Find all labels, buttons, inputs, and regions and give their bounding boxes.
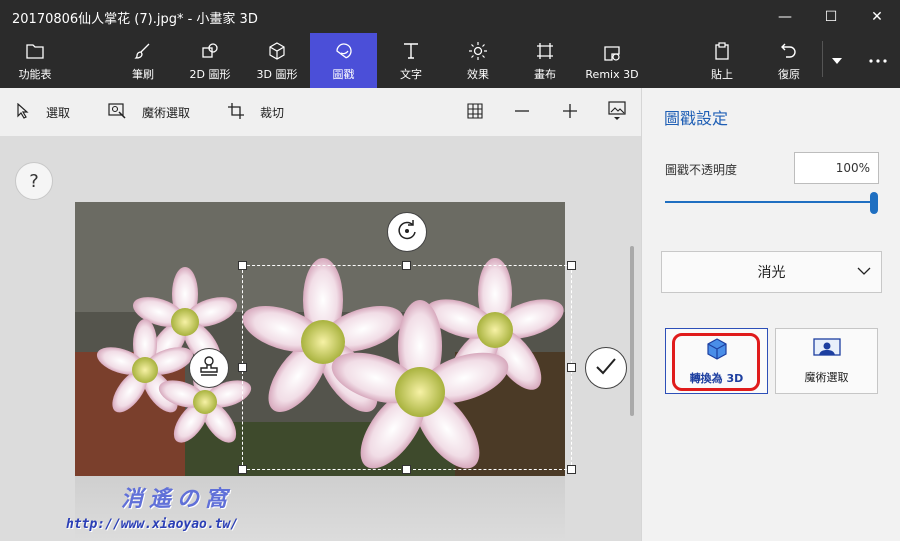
effects-icon xyxy=(466,39,490,63)
tool-stickers[interactable]: 圖戳 xyxy=(310,33,377,88)
tool-label: 畫布 xyxy=(534,68,556,81)
tool-text[interactable]: 文字 xyxy=(380,33,442,88)
cursor-icon xyxy=(16,102,30,122)
more-options-button[interactable] xyxy=(858,33,898,88)
select-tool[interactable]: 選取 xyxy=(16,88,70,136)
sticker-selection-box[interactable] xyxy=(242,265,572,470)
opacity-slider-track[interactable] xyxy=(665,201,875,203)
brush-icon xyxy=(131,39,155,63)
magic-select-icon xyxy=(812,337,841,363)
watermark-url: http://www.xiaoyao.tw/ xyxy=(66,517,239,532)
minimize-button[interactable]: — xyxy=(762,0,808,33)
sticker-icon xyxy=(332,39,356,63)
tool-2d-shapes[interactable]: 2D 圖形 xyxy=(178,33,242,88)
magic-select-panel-label: 魔術選取 xyxy=(804,370,849,384)
panel-title: 圖戳設定 xyxy=(664,109,729,128)
paste-button[interactable]: 貼上 xyxy=(693,33,751,88)
tool-3d-shapes[interactable]: 3D 圖形 xyxy=(246,33,308,88)
grid-toggle[interactable] xyxy=(467,88,483,136)
close-button[interactable]: ✕ xyxy=(854,0,900,33)
highlight-ring xyxy=(672,333,760,391)
undo-icon xyxy=(777,39,801,63)
watermark-title: 消遙の窩 xyxy=(121,487,234,512)
undo-button[interactable]: 復原 xyxy=(760,33,818,88)
grid-icon xyxy=(467,102,483,122)
window-title: 20170806仙人掌花 (7).jpg* - 小畫家 3D xyxy=(12,12,258,27)
tool-label: 效果 xyxy=(467,68,489,81)
tool-label: Remix 3D xyxy=(585,67,639,81)
tool-label: 圖戳 xyxy=(332,68,355,81)
resize-handle[interactable] xyxy=(402,261,411,270)
opacity-input[interactable]: 100% xyxy=(794,152,879,184)
resize-handle[interactable] xyxy=(567,363,576,372)
tool-label: 文字 xyxy=(400,68,422,81)
undo-label: 復原 xyxy=(778,68,800,81)
clipboard-icon xyxy=(710,39,734,63)
zoom-out-button[interactable] xyxy=(514,88,530,136)
tool-effects[interactable]: 效果 xyxy=(447,33,509,88)
3d-shapes-icon xyxy=(265,39,289,63)
resize-handle[interactable] xyxy=(238,363,247,372)
plus-icon xyxy=(562,103,578,122)
image-view-icon xyxy=(608,100,626,124)
opacity-slider-thumb[interactable] xyxy=(870,192,878,214)
finish-dropdown-value: 消光 xyxy=(757,265,786,281)
2d-shapes-icon xyxy=(198,39,222,63)
finish-dropdown[interactable]: 消光 xyxy=(661,251,882,293)
rotate-icon xyxy=(396,219,418,245)
view-options-button[interactable] xyxy=(608,88,626,136)
ribbon-toolbar: 功能表 筆刷 2D 圖形 3D 圖形 圖戳 文字 效果 畫布 Remix 3D … xyxy=(0,33,900,88)
resize-handle[interactable] xyxy=(238,261,247,270)
tool-canvas[interactable]: 畫布 xyxy=(514,33,576,88)
ribbon-divider xyxy=(822,41,823,77)
resize-handle[interactable] xyxy=(567,465,576,474)
crop-label: 裁切 xyxy=(260,105,285,120)
remix-icon xyxy=(600,41,624,65)
resize-handle[interactable] xyxy=(567,261,576,270)
vertical-scrollbar[interactable] xyxy=(630,246,634,416)
menu-label: 功能表 xyxy=(18,68,52,81)
zoom-in-button[interactable] xyxy=(562,88,578,136)
history-dropdown[interactable] xyxy=(826,33,848,88)
make-3d-button[interactable]: 轉換為 3D xyxy=(665,328,768,394)
opacity-label: 圖戳不透明度 xyxy=(665,163,738,177)
maximize-button[interactable]: ☐ xyxy=(808,0,854,33)
help-button[interactable]: ? xyxy=(15,162,53,200)
select-label: 選取 xyxy=(46,105,71,120)
stamp-icon xyxy=(198,355,220,381)
crop-icon xyxy=(228,102,244,122)
tool-label: 2D 圖形 xyxy=(189,68,231,81)
minus-icon xyxy=(514,103,530,122)
sub-toolbar: 選取 魔術選取 裁切 xyxy=(0,88,641,136)
watermark: 消遙の窩 http://www.xiaoyao.tw/ xyxy=(66,481,238,532)
canvas-area[interactable]: ? 消遙の窩 http://www.xiaoyao.tw/ xyxy=(0,136,641,541)
text-icon xyxy=(399,39,423,63)
resize-handle[interactable] xyxy=(238,465,247,474)
tool-brushes[interactable]: 筆刷 xyxy=(112,33,174,88)
stamp-button[interactable] xyxy=(189,348,229,388)
magic-select-panel-button[interactable]: 魔術選取 xyxy=(775,328,878,394)
tool-label: 筆刷 xyxy=(132,68,154,81)
magic-select-tool[interactable]: 魔術選取 xyxy=(108,88,190,136)
paste-label: 貼上 xyxy=(711,68,733,81)
sticker-settings-panel: 圖戳設定 圖戳不透明度 100% 消光 轉換為 3D 魔術選取 xyxy=(641,88,900,541)
menu-button[interactable]: 功能表 xyxy=(6,33,64,88)
magic-select-icon xyxy=(108,102,126,122)
tool-remix-3d[interactable]: Remix 3D xyxy=(580,33,644,88)
rotate-button[interactable] xyxy=(387,212,427,252)
magic-select-label: 魔術選取 xyxy=(142,105,191,120)
chevron-down-icon xyxy=(825,49,849,73)
tool-label: 3D 圖形 xyxy=(256,68,298,81)
checkmark-icon xyxy=(595,357,617,379)
title-bar: 20170806仙人掌花 (7).jpg* - 小畫家 3D — ☐ ✕ xyxy=(0,0,900,33)
crop-tool[interactable]: 裁切 xyxy=(228,88,284,136)
folder-icon xyxy=(23,39,47,63)
commit-button[interactable] xyxy=(585,347,627,389)
canvas-icon xyxy=(533,39,557,63)
more-icon xyxy=(866,49,890,73)
resize-handle[interactable] xyxy=(402,465,411,474)
chevron-down-icon xyxy=(857,264,871,282)
